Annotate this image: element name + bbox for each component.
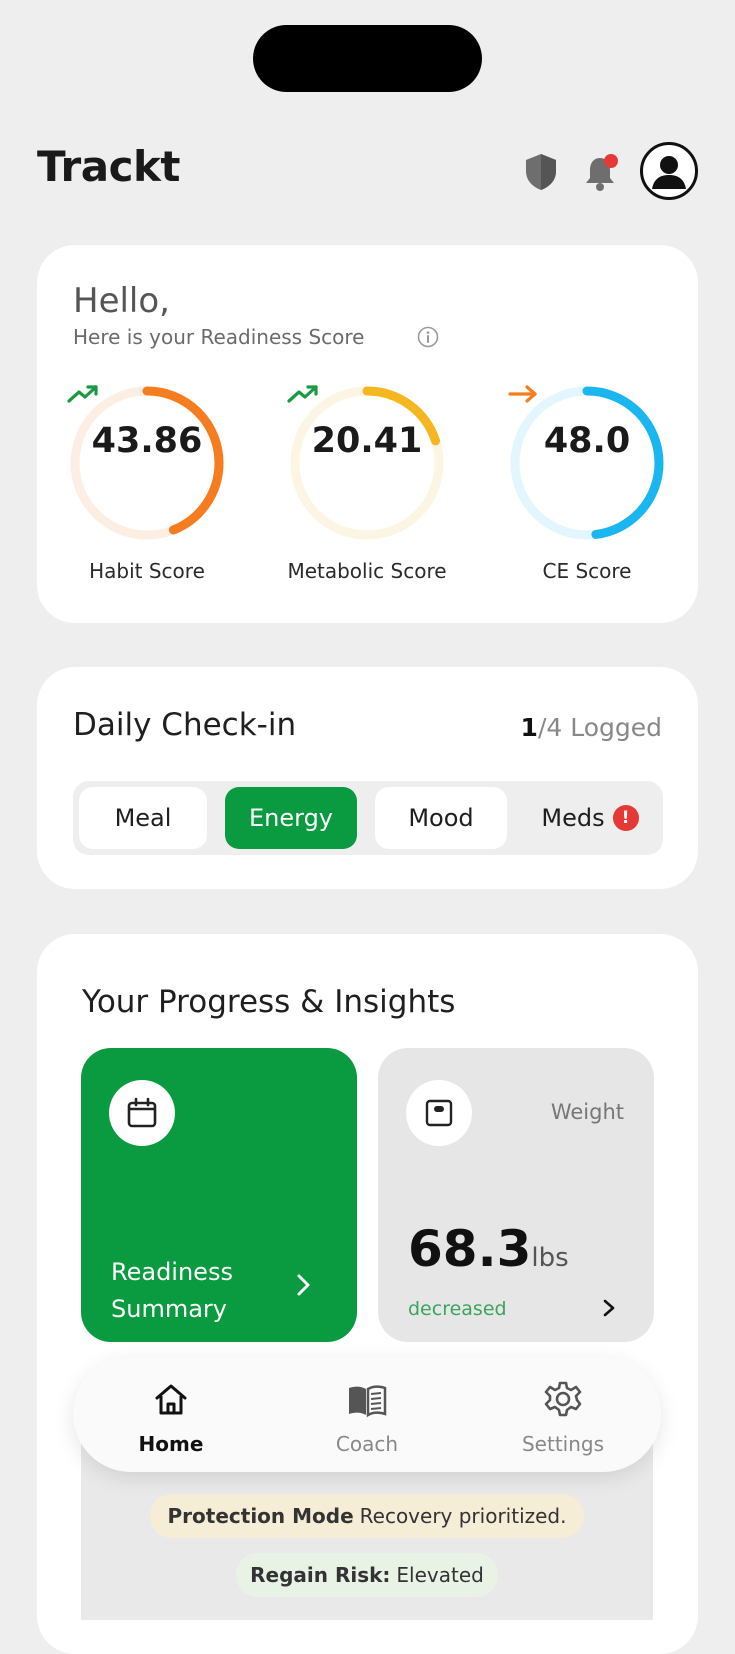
checkin-energy-button[interactable]: Energy [225, 787, 357, 849]
arrow-right-icon [508, 385, 537, 403]
meds-label: Meds [541, 804, 605, 832]
shield-icon[interactable] [523, 152, 559, 192]
trending-up-icon [67, 385, 98, 403]
checkin-meal-button[interactable]: Meal [79, 787, 207, 849]
readiness-summary-tile[interactable]: Readiness Summary [81, 1048, 357, 1342]
checkin-segmented-control: Meal Energy Mood Meds ! [73, 781, 663, 855]
protection-mode-badge: Protection Mode Recovery prioritized. [150, 1494, 584, 1538]
weight-status: decreased [408, 1298, 507, 1320]
regain-risk-badge: Regain Risk: Elevated [236, 1553, 498, 1597]
gear-icon [544, 1381, 582, 1417]
nav-coach[interactable]: Coach [269, 1356, 465, 1472]
weight-label: Weight [550, 1100, 624, 1124]
info-icon[interactable] [417, 326, 439, 348]
daily-checkin-card: Daily Check-in 1/4 Logged Meal Energy Mo… [37, 667, 698, 889]
greeting: Hello, [73, 281, 170, 321]
nav-home-label: Home [138, 1432, 204, 1456]
nav-coach-label: Coach [335, 1432, 399, 1456]
metabolic-score-gauge[interactable]: 20.41 [287, 383, 447, 543]
habit-score-gauge[interactable]: 43.86 [67, 383, 227, 543]
book-icon [349, 1385, 387, 1418]
metabolic-score-label: Metabolic Score [287, 559, 447, 583]
alert-icon: ! [612, 805, 639, 831]
checkin-title: Daily Check-in [73, 707, 297, 743]
ce-score-gauge[interactable]: 48.0 [507, 383, 667, 543]
calendar-icon-badge [109, 1080, 175, 1146]
profile-icon [652, 156, 686, 189]
nav-home[interactable]: Home [73, 1356, 269, 1472]
chevron-right-icon [297, 1274, 310, 1296]
profile-avatar-button[interactable] [640, 142, 698, 200]
ce-score-value: 48.0 [543, 421, 631, 461]
nav-settings-label: Settings [521, 1432, 605, 1456]
weight-value: 68.3lbs [408, 1220, 569, 1278]
dynamic-island [253, 25, 482, 92]
progress-title: Your Progress & Insights [82, 984, 456, 1020]
calendar-icon [127, 1097, 157, 1128]
readiness-summary-label: Readiness Summary [111, 1258, 233, 1323]
habit-score-value: 43.86 [91, 421, 203, 461]
chevron-right-icon [603, 1299, 615, 1317]
notification-dot [604, 154, 618, 168]
habit-score-label: Habit Score [89, 559, 205, 583]
nav-settings[interactable]: Settings [465, 1356, 661, 1472]
checkin-mood-button[interactable]: Mood [375, 787, 507, 849]
bottom-navigation: Home Coach Settings [73, 1356, 661, 1472]
trending-up-icon [287, 385, 318, 403]
checkin-meds-button[interactable]: Meds ! [523, 787, 657, 849]
metabolic-score-value: 20.41 [311, 421, 423, 461]
ce-score-label: CE Score [542, 559, 632, 583]
weight-tile[interactable]: Weight 68.3lbs decreased [378, 1048, 654, 1342]
readiness-subtitle: Here is your Readiness Score [73, 325, 365, 349]
home-icon [155, 1384, 187, 1415]
app-title: Trackt [37, 142, 181, 191]
scale-icon [425, 1099, 453, 1127]
scale-icon-badge [406, 1080, 472, 1146]
readiness-card: Hello, Here is your Readiness Score 43.8… [37, 245, 698, 623]
bell-icon[interactable] [582, 152, 622, 192]
logged-count: 1/4 Logged [520, 713, 662, 742]
